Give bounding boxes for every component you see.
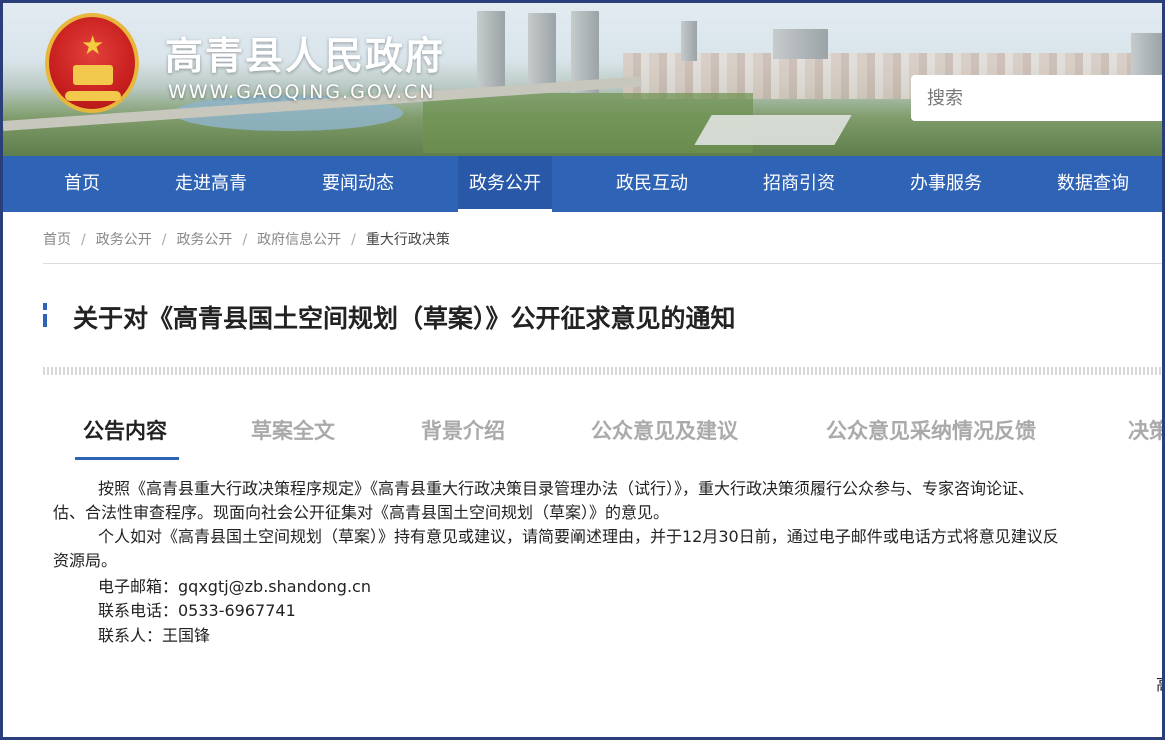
- contact-person: 联系人：王国锋: [98, 626, 211, 645]
- signature-text: 高: [1156, 673, 1162, 697]
- site-url: WWW.GAOQING.GOV.CN: [168, 81, 436, 103]
- nav-item-home[interactable]: 首页: [64, 156, 100, 212]
- nav-item-about[interactable]: 走进高青: [175, 156, 247, 212]
- breadcrumb-current[interactable]: 重大行政决策: [366, 229, 450, 249]
- nav-item-data-query[interactable]: 数据查询: [1057, 156, 1129, 212]
- breadcrumb-separator: /: [351, 232, 356, 248]
- breadcrumb-link[interactable]: 政府信息公开: [257, 229, 341, 249]
- title-accent-bar: [43, 303, 47, 327]
- search-input[interactable]: [911, 75, 1162, 121]
- page-title: 关于对《高青县国土空间规划（草案）》公开征求意见的通知: [73, 304, 736, 333]
- breadcrumb: 首页 / 政务公开 / 政务公开 / 政府信息公开 / 重大行政决策: [43, 229, 450, 249]
- national-emblem-icon[interactable]: ★: [45, 13, 139, 113]
- header-banner: ★ 高青县人民政府 WWW.GAOQING.GOV.CN: [3, 3, 1162, 156]
- breadcrumb-link[interactable]: 政务公开: [176, 229, 232, 249]
- breadcrumb-link[interactable]: 政务公开: [96, 229, 152, 249]
- dotted-divider: [43, 367, 1162, 375]
- search-box[interactable]: [911, 75, 1162, 121]
- banner-building: [528, 13, 556, 91]
- breadcrumb-link[interactable]: 首页: [43, 229, 71, 249]
- active-tab-indicator: [75, 457, 179, 460]
- tab-background[interactable]: 背景介绍: [421, 415, 505, 445]
- tab-public-opinions[interactable]: 公众意见及建议: [591, 415, 738, 445]
- banner-building: [681, 21, 697, 61]
- emblem-ribbon: [65, 91, 121, 101]
- body-paragraph-1-line-2: 估、合法性审查程序。现面向社会公开征集对《高青县国土空间规划（草案）》的意见。: [53, 503, 670, 522]
- browser-frame: ★ 高青县人民政府 WWW.GAOQING.GOV.CN 首页 走进高青 要闻动…: [0, 0, 1165, 740]
- contact-email[interactable]: 电子邮箱：gqxgtj@zb.shandong.cn: [98, 575, 371, 599]
- body-paragraph-2-line-2: 资源局。: [53, 551, 118, 570]
- site-title[interactable]: 高青县人民政府: [165, 25, 445, 80]
- gate-icon: [73, 65, 113, 85]
- nav-item-interaction[interactable]: 政民互动: [616, 156, 688, 212]
- banner-building: [773, 29, 828, 59]
- body-paragraph-1-line-1: 按照《高青县重大行政决策程序规定》《高青县重大行政决策目录管理办法（试行）》，重…: [98, 479, 1035, 498]
- divider: [43, 263, 1162, 264]
- nav-item-news[interactable]: 要闻动态: [322, 156, 394, 212]
- breadcrumb-separator: /: [81, 232, 86, 248]
- tab-announcement[interactable]: 公告内容: [83, 415, 167, 445]
- banner-plaza: [694, 115, 852, 145]
- tab-decision[interactable]: 决策: [1128, 415, 1162, 445]
- nav-item-government-affairs[interactable]: 政务公开: [458, 156, 552, 212]
- nav-item-services[interactable]: 办事服务: [910, 156, 982, 212]
- breadcrumb-separator: /: [161, 232, 167, 248]
- tab-adoption-feedback[interactable]: 公众意见采纳情况反馈: [826, 415, 1036, 445]
- tab-draft-fulltext[interactable]: 草案全文: [251, 415, 335, 445]
- breadcrumb-separator: /: [242, 232, 248, 248]
- banner-building: [477, 11, 505, 91]
- banner-building: [1131, 33, 1162, 78]
- body-paragraph-2-line-1: 个人如对《高青县国土空间规划（草案）》持有意见或建议，请简要阐述理由，并于12月…: [98, 527, 1059, 546]
- contact-phone: 联系电话：0533-6967741: [98, 601, 296, 620]
- star-icon: ★: [81, 31, 105, 61]
- nav-item-investment[interactable]: 招商引资: [763, 156, 835, 212]
- main-nav: 首页 走进高青 要闻动态 政务公开 政民互动 招商引资 办事服务 数据查询: [3, 156, 1162, 212]
